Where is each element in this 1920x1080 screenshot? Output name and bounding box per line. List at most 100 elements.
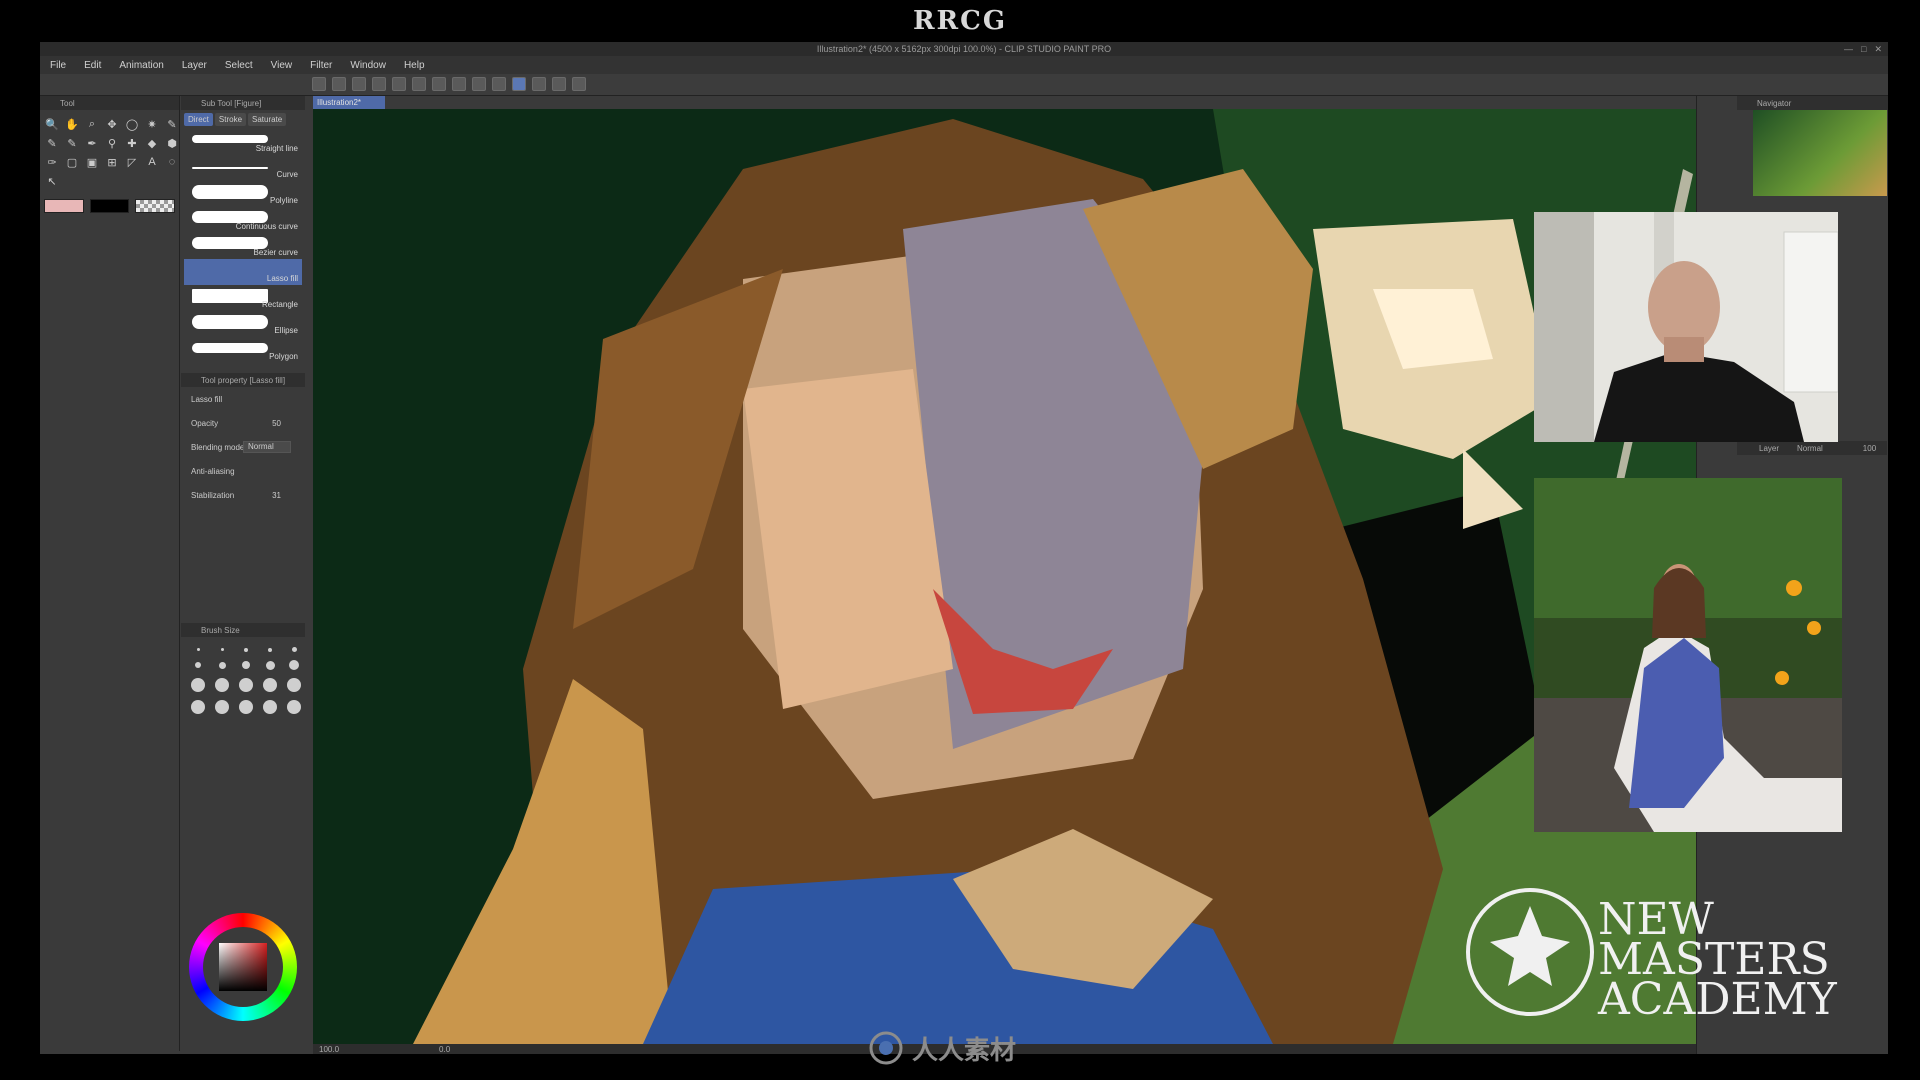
clear-icon[interactable] — [412, 77, 426, 91]
brush-size-option[interactable] — [220, 648, 224, 651]
brush-size-option[interactable] — [287, 678, 301, 692]
color-wheel[interactable] — [189, 913, 297, 1021]
opacity-row[interactable]: Opacity 50 — [181, 411, 305, 435]
tab-direct[interactable]: Direct — [184, 113, 213, 126]
brush-size-option[interactable] — [195, 662, 201, 668]
sub-tool-continuous-curve[interactable]: Continuous curve — [184, 207, 302, 233]
crop-icon[interactable] — [492, 77, 506, 91]
brush-size-option[interactable] — [287, 700, 301, 714]
brush-size-option[interactable] — [291, 647, 297, 652]
pen-tool-icon[interactable]: ✎ — [164, 116, 180, 132]
fill-icon[interactable] — [432, 77, 446, 91]
blending-mode-row[interactable]: Blending mode Normal — [181, 435, 305, 459]
sub-tool-ellipse[interactable]: Ellipse — [184, 311, 302, 337]
menu-layer[interactable]: Layer — [182, 60, 207, 71]
menu-view[interactable]: View — [271, 60, 293, 71]
maximize-button[interactable]: □ — [1861, 44, 1866, 54]
menu-filter[interactable]: Filter — [310, 60, 332, 71]
close-button[interactable]: ✕ — [1874, 44, 1882, 55]
brush-tool-icon[interactable]: ✎ — [64, 135, 80, 151]
snap-grid-icon[interactable] — [532, 77, 546, 91]
lasso-select-tool-icon[interactable]: ◯ — [124, 116, 140, 132]
auto-select-tool-icon[interactable]: ✷ — [144, 116, 160, 132]
menu-select[interactable]: Select — [225, 60, 253, 71]
new-file-icon[interactable] — [312, 77, 326, 91]
menu-help[interactable]: Help — [404, 60, 425, 71]
brush-size-option[interactable] — [239, 700, 253, 714]
rotation-angle[interactable]: 0.0 — [439, 1045, 450, 1054]
tab-stroke[interactable]: Stroke — [214, 113, 247, 126]
open-file-icon[interactable] — [332, 77, 346, 91]
brush-size-option[interactable] — [218, 661, 226, 669]
anti-aliasing-row[interactable]: Anti-aliasing — [181, 459, 305, 483]
blending-mode-select[interactable]: Normal — [243, 441, 291, 453]
brush-size-option[interactable] — [242, 661, 250, 669]
eyedropper-tool-icon[interactable]: ⌕ — [84, 116, 100, 132]
stabilization-value[interactable]: 31 — [272, 491, 281, 500]
brush-size-option[interactable] — [196, 648, 200, 651]
snap-ruler-icon[interactable] — [512, 77, 526, 91]
main-color-swatch[interactable] — [44, 199, 84, 213]
object-tool-icon[interactable]: ↖ — [44, 173, 60, 189]
brush-size-option[interactable] — [244, 647, 248, 652]
brush-size-option[interactable] — [191, 678, 205, 692]
settings-icon[interactable] — [572, 77, 586, 91]
menu-file[interactable]: File — [50, 60, 66, 71]
redo-icon[interactable] — [392, 77, 406, 91]
menu-window[interactable]: Window — [350, 60, 386, 71]
bottom-watermark: 人人素材 — [868, 1030, 1016, 1066]
airbrush-tool-icon[interactable]: ⚲ — [104, 135, 120, 151]
brush-size-option[interactable] — [215, 700, 229, 714]
frame-tool-icon[interactable]: ⊞ — [104, 154, 120, 170]
sub-tool-curve[interactable]: Curve — [184, 155, 302, 181]
brush-size-option[interactable] — [268, 647, 272, 652]
eraser-tool-icon[interactable]: ◆ — [144, 135, 160, 151]
transform-icon[interactable] — [452, 77, 466, 91]
ruler-tool-icon[interactable]: ◸ — [124, 154, 140, 170]
brush-size-option[interactable] — [215, 678, 229, 692]
transparent-color-swatch[interactable] — [135, 199, 176, 213]
navigator-thumbnail[interactable] — [1753, 110, 1887, 196]
blend-tool-icon[interactable]: ⬢ — [164, 135, 180, 151]
tab-saturate[interactable]: Saturate — [248, 113, 287, 126]
opacity-value[interactable]: 50 — [272, 419, 281, 428]
brush-size-option[interactable] — [265, 660, 275, 670]
text-tool-icon[interactable]: A — [144, 154, 160, 170]
menu-edit[interactable]: Edit — [84, 60, 101, 71]
sub-tool-bezier-curve[interactable]: Bezier curve — [184, 233, 302, 259]
deselect-icon[interactable] — [472, 77, 486, 91]
hand-tool-icon[interactable]: ✋ — [64, 116, 80, 132]
layer-blend-mode[interactable]: Normal — [1797, 444, 1823, 453]
menu-animation[interactable]: Animation — [119, 60, 163, 71]
balloon-tool-icon[interactable]: ◌ — [164, 154, 180, 170]
figure-tool-icon[interactable]: ▣ — [84, 154, 100, 170]
gradient-tool-icon[interactable]: ▢ — [64, 154, 80, 170]
sub-tool-polygon[interactable]: Polygon — [184, 337, 302, 363]
brush-size-option[interactable] — [289, 660, 299, 670]
sub-tool-lasso-fill[interactable]: Lasso fill — [184, 259, 302, 285]
tool-panel: Tool 🔍 ✋ ⌕ ✥ ◯ ✷ ✎ ✎ ✎ ✒ ⚲ ✚ ◆ ⬢ ✑ ▢ ▣ ⊞… — [40, 96, 180, 1051]
color-saturation-square[interactable] — [219, 943, 267, 991]
zoom-level[interactable]: 100.0 — [319, 1045, 339, 1054]
move-tool-icon[interactable]: ✥ — [104, 116, 120, 132]
save-icon[interactable] — [352, 77, 366, 91]
brush-size-option[interactable] — [239, 678, 253, 692]
ink-tool-icon[interactable]: ✒ — [84, 135, 100, 151]
stabilization-row[interactable]: Stabilization 31 — [181, 483, 305, 507]
layer-opacity[interactable]: 100 — [1863, 444, 1876, 453]
sub-tool-rectangle[interactable]: Rectangle — [184, 285, 302, 311]
zoom-tool-icon[interactable]: 🔍 — [44, 116, 60, 132]
brush-size-option[interactable] — [263, 678, 277, 692]
sub-color-swatch[interactable] — [89, 199, 130, 213]
sub-tool-polyline[interactable]: Polyline — [184, 181, 302, 207]
snap-special-icon[interactable] — [552, 77, 566, 91]
brush-size-option[interactable] — [191, 700, 205, 714]
undo-icon[interactable] — [372, 77, 386, 91]
fill-tool-icon[interactable]: ✑ — [44, 154, 60, 170]
tab-illustration2[interactable]: Illustration2* — [313, 96, 385, 109]
pencil-tool-icon[interactable]: ✎ — [44, 135, 60, 151]
decoration-tool-icon[interactable]: ✚ — [124, 135, 140, 151]
brush-size-option[interactable] — [263, 700, 277, 714]
sub-tool-straight-line[interactable]: Straight line — [184, 129, 302, 155]
minimize-button[interactable]: — — [1844, 44, 1853, 54]
